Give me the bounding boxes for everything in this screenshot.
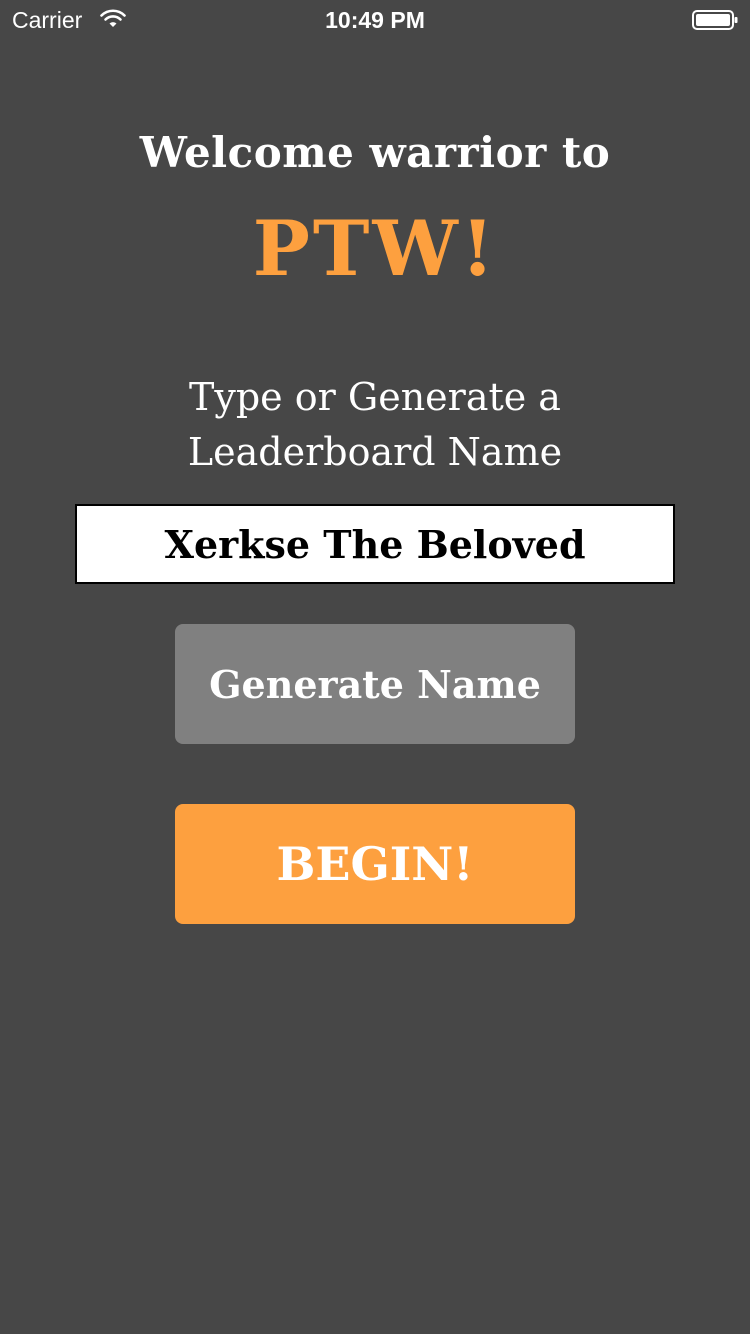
app-title: PTW! — [252, 204, 498, 293]
status-bar: Carrier 10:49 PM — [0, 0, 750, 40]
name-prompt: Type or Generate a Leaderboard Name — [0, 370, 750, 480]
generate-name-button[interactable]: Generate Name — [175, 624, 575, 744]
clock: 10:49 PM — [325, 7, 425, 33]
welcome-heading: Welcome warrior to — [139, 128, 611, 177]
leaderboard-name-input[interactable] — [75, 504, 675, 584]
begin-button[interactable]: BEGIN! — [175, 804, 575, 924]
name-prompt-line2: Leaderboard Name — [187, 430, 563, 474]
name-prompt-line1: Type or Generate a — [189, 375, 561, 419]
battery-icon — [692, 10, 738, 30]
